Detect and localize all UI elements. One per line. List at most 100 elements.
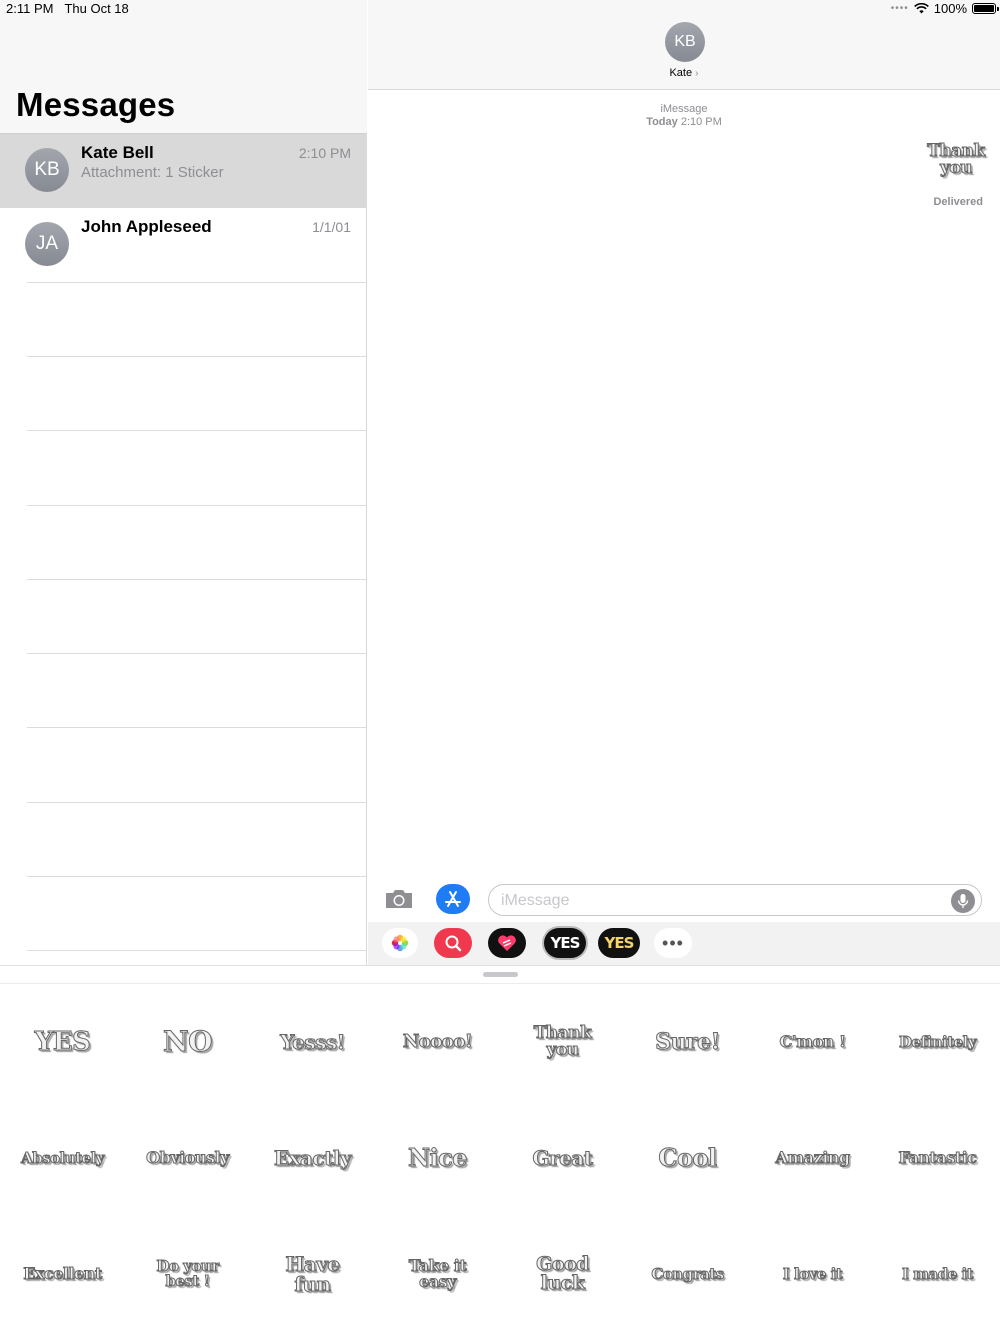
app-store-icon bbox=[445, 891, 461, 907]
message-input-placeholder: iMessage bbox=[501, 892, 570, 909]
drawer-grabber-handle[interactable] bbox=[483, 972, 518, 977]
row-divider bbox=[27, 653, 366, 654]
search-images-app-button[interactable] bbox=[434, 928, 472, 958]
sticker-cell[interactable]: Thank you bbox=[500, 984, 625, 1100]
sticker-text: Absolutely bbox=[20, 1148, 105, 1167]
more-icon: ••• bbox=[662, 932, 684, 953]
row-divider bbox=[27, 727, 366, 728]
yes-gold-app-label: YES bbox=[604, 934, 635, 952]
digital-touch-app-button[interactable] bbox=[488, 928, 526, 958]
sticker-cell[interactable]: Cool bbox=[625, 1100, 750, 1216]
sticker-text: I love it bbox=[782, 1264, 843, 1283]
compose-bar: iMessage bbox=[368, 876, 1000, 922]
avatar: KB bbox=[25, 148, 69, 192]
sticker-text: I made it bbox=[901, 1264, 974, 1283]
sticker-text: Obviously bbox=[146, 1148, 230, 1167]
sticker-cell[interactable]: Amazing bbox=[750, 1100, 875, 1216]
sticker-text: Congrats bbox=[651, 1264, 725, 1283]
yes-sticker-app-button[interactable]: YES bbox=[544, 928, 586, 958]
sticker-text: NO bbox=[163, 1025, 213, 1058]
row-divider bbox=[27, 356, 366, 357]
row-divider bbox=[27, 579, 366, 580]
status-bar-right: •••• 100% bbox=[890, 1, 999, 16]
sticker-cell[interactable]: Yesss! bbox=[250, 984, 375, 1100]
sticker-text: Nice bbox=[408, 1143, 468, 1172]
sticker-cell[interactable]: Do your best ! bbox=[125, 1216, 250, 1332]
conversation-row-kate-bell[interactable]: KB Kate Bell Attachment: 1 Sticker 2:10 … bbox=[0, 134, 367, 208]
conversation-time: 2:10 PM bbox=[298, 145, 351, 161]
sticker-cell[interactable]: I love it bbox=[750, 1216, 875, 1332]
sticker-cell[interactable]: Sure! bbox=[625, 984, 750, 1100]
conversation-timestamp: iMessage Today 2:10 PM bbox=[368, 103, 1000, 129]
sticker-cell[interactable]: YES bbox=[0, 984, 125, 1100]
sticker-grid: YES NO Yesss! Noooo! Thank you Sure! C'mon ! De… bbox=[0, 984, 1000, 1332]
status-bar-left: 2:11 PM Thu Oct 18 bbox=[6, 1, 129, 16]
sticker-text: Amazing bbox=[775, 1148, 851, 1167]
page-title: Messages bbox=[16, 86, 176, 123]
yes-gold-sticker-app-button[interactable]: YES bbox=[598, 928, 640, 958]
microphone-icon bbox=[957, 894, 969, 908]
sticker-text: Definitely bbox=[898, 1032, 977, 1051]
sticker-cell[interactable]: Exactly bbox=[250, 1100, 375, 1216]
sticker-cell[interactable]: Take it easy bbox=[375, 1216, 500, 1332]
sticker-cell[interactable]: Great bbox=[500, 1100, 625, 1216]
sticker-text: Thank you bbox=[927, 141, 986, 178]
conversation-list-header: Messages bbox=[0, 0, 367, 134]
battery-fill bbox=[974, 5, 994, 12]
status-date: Thu Oct 18 bbox=[64, 1, 129, 16]
sticker-cell[interactable]: Nice bbox=[375, 1100, 500, 1216]
contact-avatar[interactable]: KB bbox=[665, 22, 705, 62]
sticker-text: Excellent bbox=[23, 1264, 103, 1283]
photos-icon bbox=[391, 934, 409, 952]
sticker-cell[interactable]: Obviously bbox=[125, 1100, 250, 1216]
row-divider bbox=[27, 282, 366, 283]
sticker-text: Fantastic bbox=[898, 1148, 977, 1167]
sticker-text: Sure! bbox=[655, 1029, 721, 1055]
sticker-cell[interactable]: Noooo! bbox=[375, 984, 500, 1100]
timestamp-day: Today bbox=[646, 116, 678, 128]
sticker-text: Yesss! bbox=[280, 1030, 346, 1054]
chevron-right-icon: › bbox=[695, 68, 699, 79]
sticker-cell[interactable]: Congrats bbox=[625, 1216, 750, 1332]
sticker-cell[interactable]: Excellent bbox=[0, 1216, 125, 1332]
delivery-status: Delivered bbox=[933, 196, 983, 208]
status-time: 2:11 PM bbox=[6, 1, 54, 16]
sticker-text: C'mon ! bbox=[779, 1032, 846, 1051]
wifi-icon bbox=[913, 3, 929, 14]
sticker-text: Do your best ! bbox=[156, 1257, 220, 1290]
sticker-cell[interactable]: Have fun bbox=[250, 1216, 375, 1332]
sticker-cell[interactable]: C'mon ! bbox=[750, 984, 875, 1100]
sticker-text: Cool bbox=[658, 1143, 718, 1172]
yes-app-label: YES bbox=[550, 934, 581, 952]
sticker-cell[interactable]: NO bbox=[125, 984, 250, 1100]
microphone-button[interactable] bbox=[951, 889, 975, 913]
image-search-icon bbox=[445, 935, 462, 952]
sent-sticker-message[interactable]: Thank you bbox=[920, 141, 992, 178]
sticker-cell[interactable]: Absolutely bbox=[0, 1100, 125, 1216]
cellular-signal-icon: •••• bbox=[890, 3, 909, 14]
sticker-text: Good luck bbox=[536, 1253, 590, 1294]
sticker-cell[interactable]: Definitely bbox=[875, 984, 1000, 1100]
sticker-text: Noooo! bbox=[402, 1031, 473, 1052]
sticker-cell[interactable]: Fantastic bbox=[875, 1100, 1000, 1216]
conversation-row-john-appleseed[interactable]: JA John Appleseed 1/1/01 bbox=[0, 208, 367, 282]
sticker-text: YES bbox=[34, 1027, 91, 1057]
app-store-button[interactable] bbox=[436, 884, 470, 914]
photos-app-button[interactable] bbox=[382, 928, 418, 958]
imessage-app-drawer: YES YES ••• bbox=[368, 922, 1000, 965]
conversation-name: Kate Bell bbox=[81, 143, 154, 162]
sticker-cell[interactable]: Good luck bbox=[500, 1216, 625, 1332]
contact-name-button[interactable]: Kate › bbox=[368, 67, 1000, 79]
message-input[interactable]: iMessage bbox=[488, 884, 982, 916]
sticker-text: Take it easy bbox=[408, 1256, 467, 1291]
conversation-time: 1/1/01 bbox=[312, 219, 351, 235]
sticker-panel: YES NO Yesss! Noooo! Thank you Sure! C'mon ! De… bbox=[0, 965, 1000, 1334]
row-divider bbox=[27, 505, 366, 506]
contact-name: Kate bbox=[669, 67, 693, 79]
more-apps-button[interactable]: ••• bbox=[654, 928, 692, 958]
conversation-name: John Appleseed bbox=[81, 217, 212, 236]
timestamp-time: 2:10 PM bbox=[680, 116, 722, 128]
sticker-cell[interactable]: I made it bbox=[875, 1216, 1000, 1332]
camera-icon[interactable] bbox=[384, 888, 414, 910]
row-divider bbox=[27, 876, 366, 877]
